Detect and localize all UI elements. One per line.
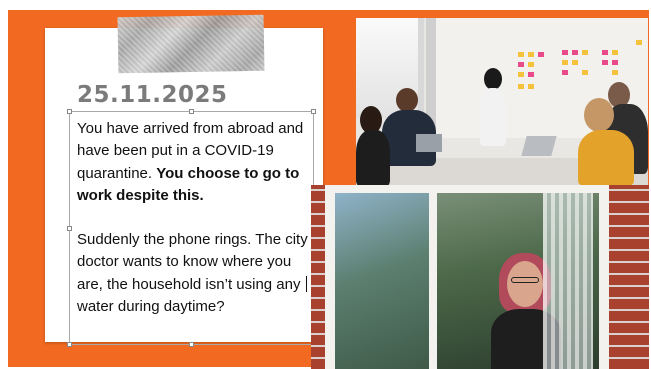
presenter-head — [484, 68, 502, 90]
resize-handle-bottom-left[interactable] — [67, 342, 72, 347]
office-meeting-photo[interactable] — [356, 18, 648, 186]
resize-handle-top-right[interactable] — [311, 109, 316, 114]
woman-face — [507, 261, 543, 307]
sticky-note — [528, 72, 534, 77]
date-heading[interactable]: 25.11.2025 — [77, 82, 228, 108]
text-cursor — [305, 275, 307, 292]
body-text[interactable]: You have arrived from abroad and have be… — [77, 118, 315, 318]
presenter-body — [480, 88, 506, 146]
sticky-note — [518, 62, 524, 67]
sticky-note — [528, 52, 534, 57]
sticky-note — [562, 50, 568, 55]
sticky-note — [582, 70, 588, 75]
sticky-note — [528, 62, 534, 67]
resize-handle-top-left[interactable] — [67, 109, 72, 114]
window-pane-left — [335, 193, 429, 369]
woman-right-body — [578, 130, 634, 186]
woman-at-window-photo[interactable] — [311, 185, 649, 369]
sticky-note — [612, 60, 618, 65]
resize-handle-middle-left[interactable] — [67, 226, 72, 231]
paragraph-2-before-cursor: Suddenly the phone rings. The city docto… — [77, 231, 308, 293]
sticky-note — [636, 40, 642, 45]
masking-tape-image — [117, 14, 265, 74]
sticky-note — [518, 72, 524, 77]
glasses-icon — [511, 277, 539, 283]
sticky-note — [582, 50, 588, 55]
sticky-note — [518, 52, 524, 57]
lace-curtain — [543, 193, 593, 369]
paragraph-1: You have arrived from abroad and have be… — [77, 118, 315, 207]
sticky-note — [528, 84, 534, 89]
brick-wall-right — [609, 185, 649, 369]
resize-handle-top-middle[interactable] — [189, 109, 194, 114]
woman-right-head — [584, 98, 614, 132]
paragraph-2: Suddenly the phone rings. The city docto… — [77, 229, 315, 318]
window-mullion — [429, 185, 437, 369]
sticky-note — [612, 50, 618, 55]
sticky-note — [572, 60, 578, 65]
resize-handle-bottom-middle[interactable] — [189, 342, 194, 347]
sticky-note — [562, 60, 568, 65]
sticky-note — [602, 50, 608, 55]
man-head — [396, 88, 418, 112]
sticky-note — [538, 52, 544, 57]
sticky-note — [572, 50, 578, 55]
sticky-note — [602, 60, 608, 65]
sticky-note — [562, 70, 568, 75]
laptop-icon — [521, 136, 557, 156]
paragraph-2-after-cursor: water during daytime? — [77, 298, 225, 316]
woman-left-body — [356, 130, 390, 186]
brick-wall-left — [311, 185, 325, 369]
laptop-icon — [416, 134, 442, 152]
sticky-note — [612, 70, 618, 75]
sticky-note — [518, 84, 524, 89]
